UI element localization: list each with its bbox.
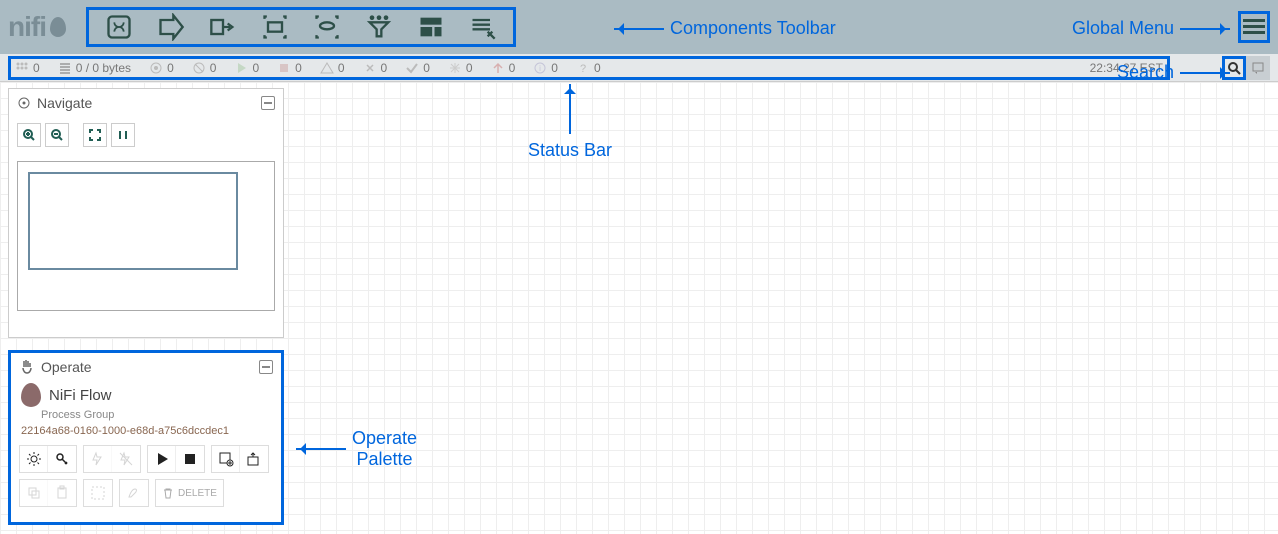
upload-template-button[interactable] xyxy=(240,446,268,472)
svg-text:i: i xyxy=(539,64,541,73)
info-icon: i xyxy=(533,61,547,75)
navigate-title: Navigate xyxy=(37,95,92,111)
zoom-fit-button[interactable] xyxy=(83,123,107,147)
annotation-status-bar: Status Bar xyxy=(528,84,612,161)
annotation-search: Search xyxy=(1117,62,1230,83)
status-queue: 0 / 0 bytes xyxy=(58,61,131,75)
status-unknown: ?0 xyxy=(576,61,601,75)
input-port-button[interactable] xyxy=(147,11,195,43)
status-up-to-date: 0 xyxy=(405,61,430,75)
status-stopped: 0 xyxy=(277,61,302,75)
nifi-logo: nifi xyxy=(8,11,66,43)
hamburger-icon xyxy=(1243,19,1265,35)
processor-button[interactable] xyxy=(95,11,143,43)
funnel-button[interactable] xyxy=(355,11,403,43)
check-icon xyxy=(405,61,419,75)
status-bar: 0 0 / 0 bytes 0 0 0 0 0 0 0 0 0 i0 ?0 22… xyxy=(0,54,1278,82)
annotation-global-menu: Global Menu xyxy=(1072,18,1230,39)
status-transmitting: 0 xyxy=(149,61,174,75)
status-not-transmitting: 0 xyxy=(192,61,217,75)
status-sync-failure: i0 xyxy=(533,61,558,75)
hand-icon xyxy=(19,359,35,375)
navigate-panel: Navigate xyxy=(8,88,284,338)
nifi-drop-icon xyxy=(21,383,41,407)
start-button[interactable] xyxy=(148,446,176,472)
stop-icon xyxy=(277,61,291,75)
transmitting-icon xyxy=(149,61,163,75)
paste-button xyxy=(48,480,76,506)
zoom-actual-button[interactable] xyxy=(111,123,135,147)
create-template-button[interactable] xyxy=(212,446,240,472)
stop-button[interactable] xyxy=(176,446,204,472)
remote-process-group-button[interactable] xyxy=(303,11,351,43)
configure-button[interactable] xyxy=(20,446,48,472)
warning-icon xyxy=(320,61,334,75)
status-running: 0 xyxy=(234,61,259,75)
color-button xyxy=(120,480,148,506)
arrow-up-icon xyxy=(491,61,505,75)
group-button xyxy=(84,480,112,506)
template-button[interactable] xyxy=(407,11,455,43)
status-threads: 0 xyxy=(15,61,40,75)
queue-icon xyxy=(58,61,72,75)
access-policies-button[interactable] xyxy=(48,446,76,472)
delete-button: DELETE xyxy=(155,479,224,507)
question-icon: ? xyxy=(576,61,590,75)
enable-button xyxy=(84,446,112,472)
zoom-out-button[interactable] xyxy=(45,123,69,147)
bulletin-button[interactable] xyxy=(1246,56,1270,80)
annotation-operate-palette: Operate Palette xyxy=(296,428,417,470)
status-stale: 0 xyxy=(491,61,516,75)
annotation-components-toolbar: Components Toolbar xyxy=(614,18,836,39)
label-button[interactable] xyxy=(459,11,507,43)
target-icon xyxy=(17,96,31,110)
play-icon xyxy=(234,61,248,75)
output-port-button[interactable] xyxy=(199,11,247,43)
flow-id: 22164a68-0160-1000-e68d-a75c6dccdec1 xyxy=(11,421,281,441)
process-group-button[interactable] xyxy=(251,11,299,43)
status-disabled: 0 xyxy=(363,61,388,75)
zoom-in-button[interactable] xyxy=(17,123,41,147)
global-menu-button[interactable] xyxy=(1238,11,1270,43)
components-toolbar xyxy=(86,7,516,47)
not-transmitting-icon xyxy=(192,61,206,75)
asterisk-icon xyxy=(448,61,462,75)
copy-button xyxy=(20,480,48,506)
svg-text:?: ? xyxy=(580,63,586,75)
flow-type: Process Group xyxy=(41,409,281,421)
operate-palette: Operate NiFi Flow Process Group 22164a68… xyxy=(8,350,284,525)
bulletin-icon xyxy=(1252,62,1264,74)
threads-icon xyxy=(15,61,29,75)
disabled-icon xyxy=(363,61,377,75)
status-invalid: 0 xyxy=(320,61,345,75)
collapse-button[interactable] xyxy=(261,96,275,110)
operate-title: Operate xyxy=(41,359,92,375)
flow-name: NiFi Flow xyxy=(49,387,112,404)
trash-icon xyxy=(162,487,174,499)
collapse-button[interactable] xyxy=(259,360,273,374)
disable-button xyxy=(112,446,140,472)
status-locally-modified: 0 xyxy=(448,61,473,75)
birdseye-view[interactable] xyxy=(17,161,275,311)
